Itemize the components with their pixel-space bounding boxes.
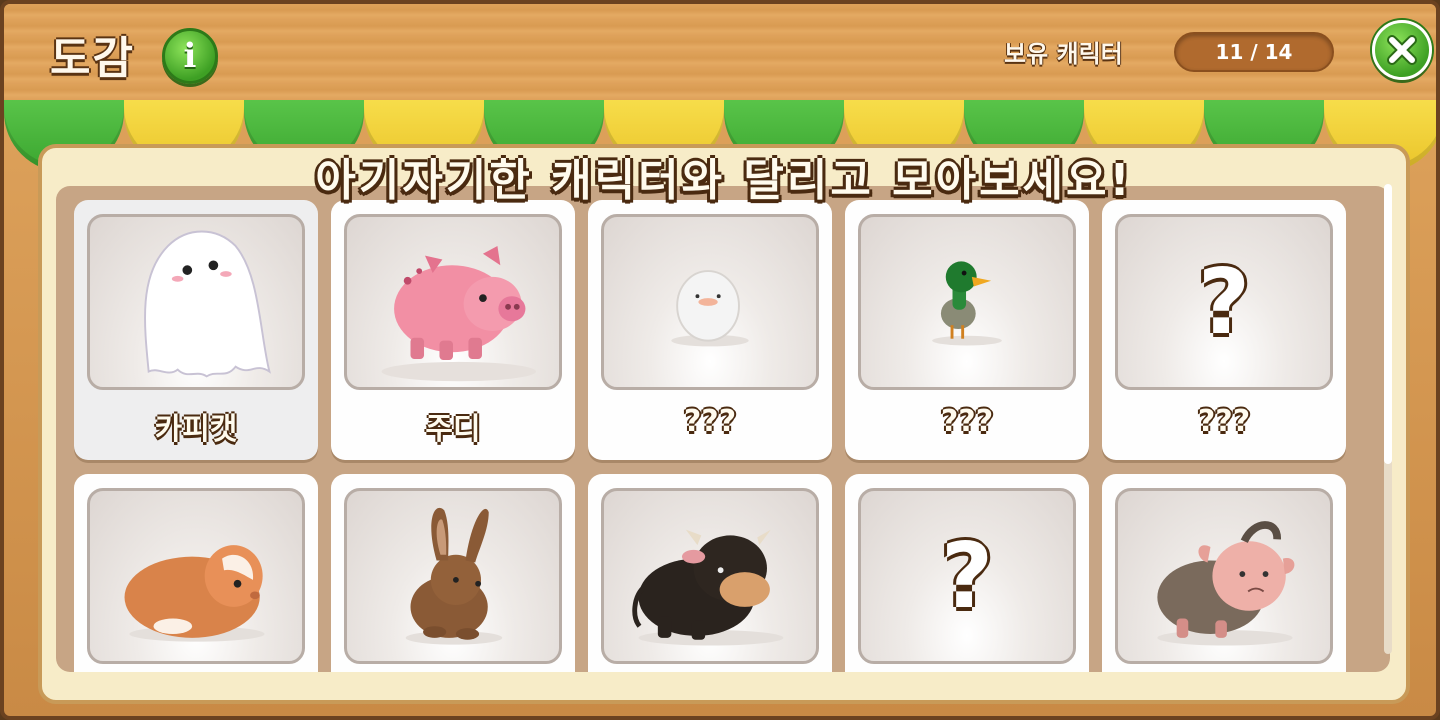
egg-bird-icon: [671, 270, 749, 347]
character-card[interactable]: ???: [845, 200, 1089, 460]
character-name: 카피캣: [154, 412, 238, 447]
page-title: 도감: [50, 33, 135, 84]
question-mark-icon: ?: [1197, 249, 1251, 355]
character-card[interactable]: ???: [588, 200, 832, 460]
owned-characters-count: 11 / 14: [1174, 32, 1334, 72]
info-button[interactable]: i: [162, 28, 218, 84]
close-button[interactable]: [1372, 20, 1432, 80]
character-name: ???: [1197, 404, 1251, 439]
duck-icon: [932, 261, 1002, 346]
promo-banner: 아기자기한 캐릭터와 달리고 모아보세요!: [315, 155, 1133, 206]
character-grid: 카피캣 주디 ??? ??? ? ??? ?: [56, 186, 1390, 672]
question-mark-icon: ?: [940, 523, 994, 629]
owned-characters-label: 보유 캐릭터: [1004, 40, 1123, 68]
character-card[interactable]: ? ???: [1102, 200, 1346, 460]
character-card[interactable]: [588, 474, 832, 672]
info-icon: i: [183, 36, 197, 76]
character-name: ???: [940, 404, 994, 439]
character-card[interactable]: [331, 474, 575, 672]
character-card[interactable]: 카피캣: [74, 200, 318, 460]
character-card[interactable]: ?: [845, 474, 1089, 672]
rabbit-icon: [405, 507, 503, 645]
grid-scrollbar[interactable]: [1384, 184, 1392, 654]
goat-icon: [1157, 521, 1295, 646]
character-card[interactable]: 주디: [331, 200, 575, 460]
pig-icon: [381, 245, 537, 382]
bull-icon: [632, 529, 784, 646]
guinea-pig-icon: [124, 545, 265, 642]
scrollbar-thumb[interactable]: [1384, 184, 1392, 464]
close-icon: [1387, 35, 1417, 65]
ghost-icon: [144, 230, 271, 378]
character-card[interactable]: [74, 474, 318, 672]
character-name: ???: [683, 404, 737, 439]
character-name: 주디: [425, 412, 481, 447]
character-card[interactable]: [1102, 474, 1346, 672]
collection-window: 도감 i 보유 캐릭터 11 / 14 카피캣 주디 ??? ??? ? ???…: [0, 0, 1440, 720]
